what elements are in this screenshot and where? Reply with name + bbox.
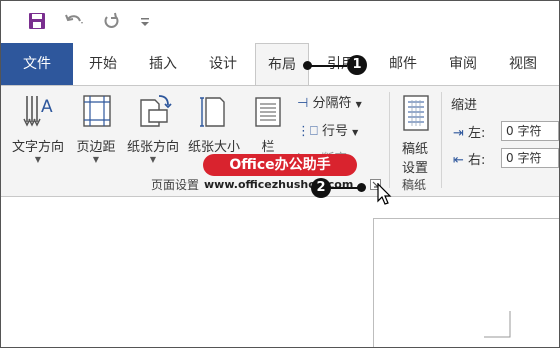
margins-label: 页边距: [76, 140, 116, 155]
redo-icon[interactable]: [101, 11, 121, 31]
chevron-down-icon: ▼: [352, 128, 359, 137]
breaks-button[interactable]: ⊣ 分隔符 ▼: [297, 92, 362, 111]
callout-2-dot: [357, 183, 366, 192]
watermark-logo: Office办公助手: [203, 154, 357, 176]
tab-file[interactable]: 文件: [1, 43, 73, 85]
document-page[interactable]: [373, 218, 559, 347]
chevron-down-icon: ▼: [355, 100, 362, 109]
indent-left-icon: ⇥: [453, 126, 464, 141]
indent-title: 缩进: [451, 98, 478, 113]
chevron-down-icon: ▼: [149, 155, 157, 164]
indent-right-field[interactable]: 0 字符: [501, 148, 559, 168]
columns-label: 栏: [261, 140, 275, 155]
margins-icon: [83, 95, 111, 127]
tab-home[interactable]: 开始: [85, 43, 121, 85]
orientation-icon: [140, 95, 172, 127]
indent-right-icon: ⇤: [453, 153, 464, 168]
save-icon[interactable]: [27, 11, 47, 31]
columns-icon: [255, 97, 281, 127]
callout-1-line: [307, 65, 347, 67]
text-direction-icon: A: [23, 96, 53, 127]
size-label: 纸张大小: [187, 140, 240, 155]
group-divider: [441, 92, 442, 188]
chevron-down-icon: ▼: [34, 155, 42, 164]
paper-size-icon: [200, 97, 225, 127]
manuscript-icon: [403, 95, 429, 131]
indent-left-field[interactable]: 0 字符: [501, 121, 559, 141]
orientation-button[interactable]: 纸张方向 ▼: [123, 92, 183, 165]
page-setup-group-label: 页面设置: [151, 178, 200, 192]
margins-button[interactable]: 页边距 ▼: [71, 92, 121, 165]
customize-qat-icon[interactable]: [139, 11, 151, 31]
mouse-cursor-icon: [377, 183, 392, 205]
line-numbers-button[interactable]: ⋮⎕ 行号 ▼: [297, 120, 358, 139]
indent-left-text: 左:: [468, 126, 486, 141]
indent-right-text: 右:: [468, 153, 486, 168]
chevron-down-icon: ▼: [92, 155, 100, 164]
text-direction-label: 文字方向: [11, 140, 64, 155]
page-corner-mark: [484, 311, 511, 338]
indent-right-label: ⇤ 右:: [453, 149, 485, 168]
manuscript-label-line2: 设置: [401, 161, 428, 176]
tab-review[interactable]: 审阅: [445, 43, 481, 85]
quick-access-toolbar: [1, 1, 559, 41]
tab-layout[interactable]: 布局: [255, 43, 309, 86]
document-area[interactable]: [1, 198, 559, 347]
callout-1-badge: 1: [347, 55, 367, 75]
tab-design[interactable]: 设计: [205, 43, 241, 85]
group-divider: [389, 92, 390, 188]
indent-left-label: ⇥ 左:: [453, 122, 485, 141]
line-numbers-icon: ⋮⎕: [297, 124, 318, 139]
tab-view[interactable]: 视图: [505, 43, 541, 85]
manuscript-label-line1: 稿纸: [401, 142, 428, 157]
line-numbers-label: 行号: [321, 124, 348, 139]
manuscript-settings-button[interactable]: 稿纸 设置: [395, 92, 435, 176]
undo-icon[interactable]: [63, 11, 85, 31]
manuscript-group-label: 稿纸: [402, 178, 427, 192]
svg-text:A: A: [41, 97, 53, 117]
callout-2-badge: 2: [311, 178, 331, 198]
tab-insert[interactable]: 插入: [145, 43, 181, 85]
text-direction-button[interactable]: A 文字方向 ▼: [7, 92, 69, 165]
ribbon-tabs: 文件 开始 插入 设计 布局 引用 邮件 审阅 视图: [1, 43, 559, 86]
orientation-label: 纸张方向: [126, 140, 179, 155]
word-window: 文件 开始 插入 设计 布局 引用 邮件 审阅 视图 A 文字方向 ▼ 页边距: [0, 0, 560, 348]
breaks-label: 分隔符: [312, 96, 352, 111]
tab-mailings[interactable]: 邮件: [385, 43, 421, 85]
callout-1-dot: [303, 61, 312, 70]
breaks-icon: ⊣: [297, 96, 309, 111]
